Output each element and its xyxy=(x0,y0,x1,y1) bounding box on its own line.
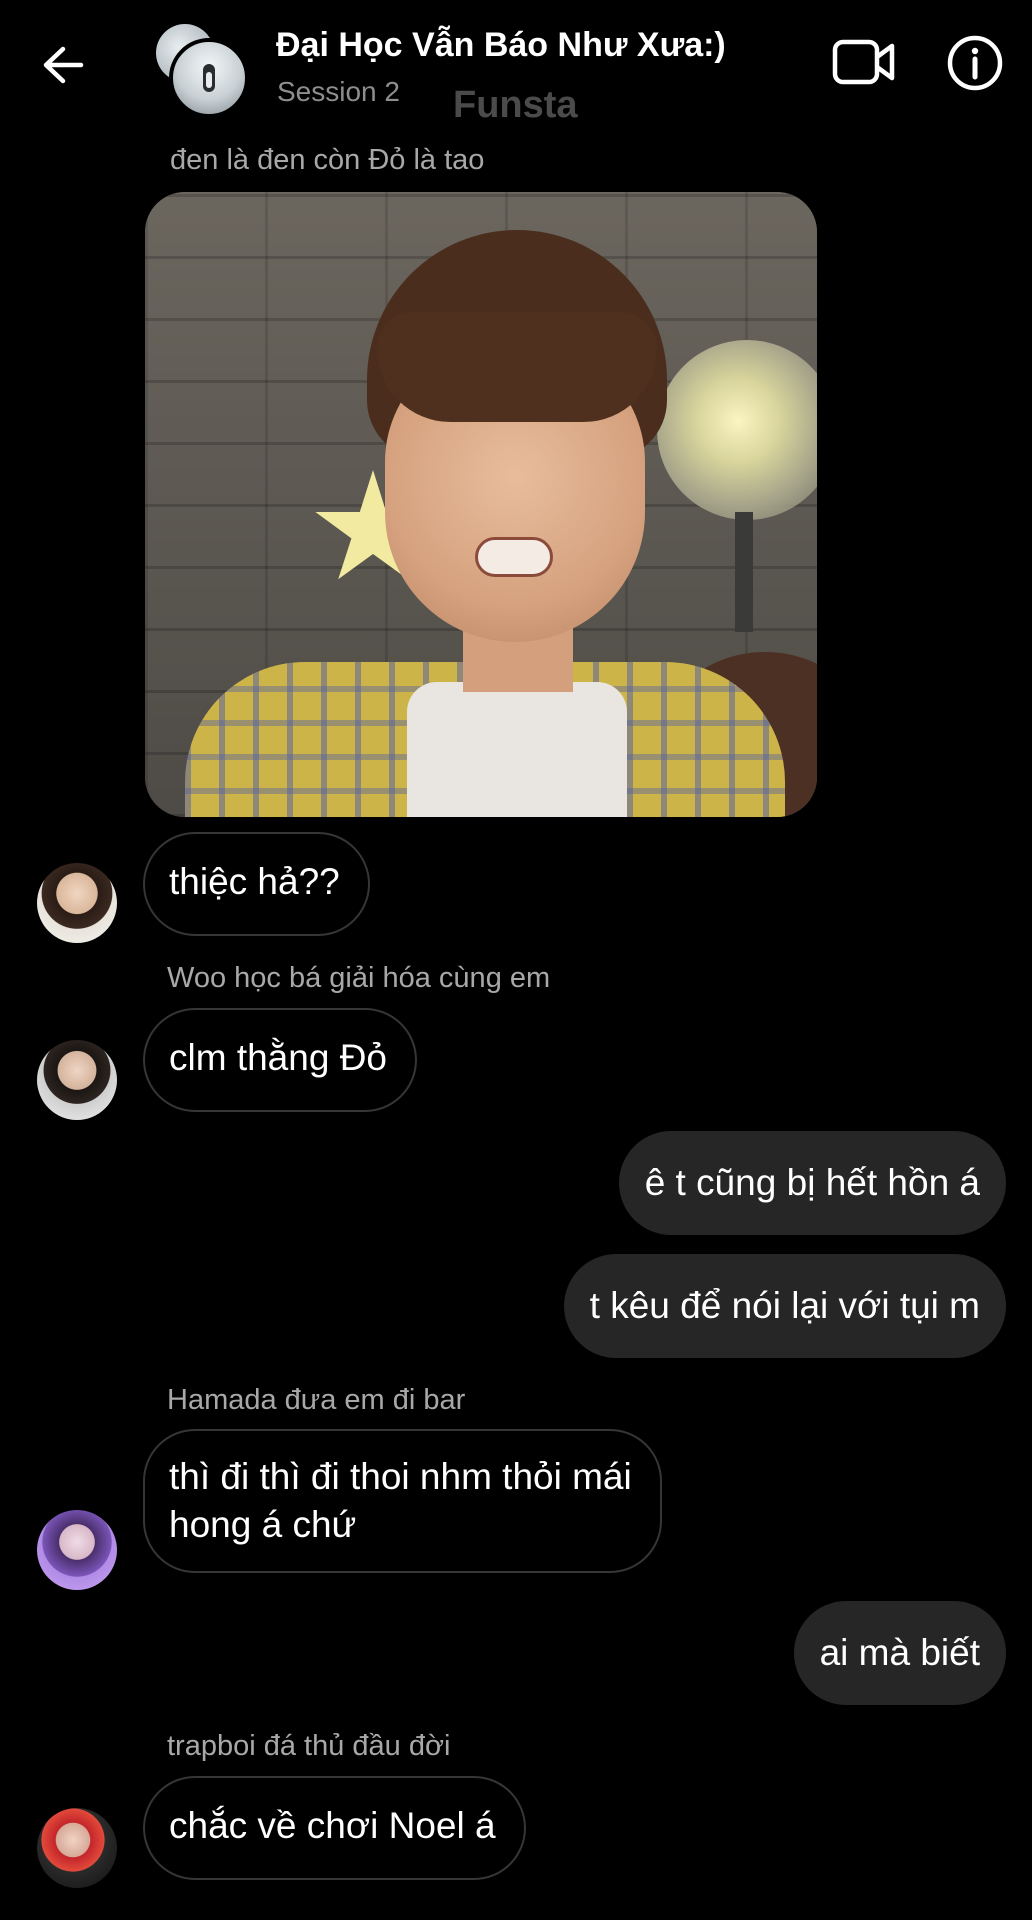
message-bubble-incoming[interactable]: chắc về chơi Noel á xyxy=(143,1776,526,1880)
message-bubble-outgoing[interactable]: ai mà biết xyxy=(793,1601,1006,1705)
watermark: Funsta xyxy=(453,84,578,126)
sender-name: Woo học bá giải hóa cùng em xyxy=(167,962,551,994)
message-bubble-incoming[interactable]: clm thằng Đỏ xyxy=(143,1008,417,1112)
info-button[interactable] xyxy=(940,28,1010,98)
message-bubble-outgoing[interactable]: t kêu để nói lại với tụi m xyxy=(563,1254,1006,1358)
message-line: hong á chứ xyxy=(169,1504,357,1545)
info-icon xyxy=(947,35,1003,91)
back-button[interactable] xyxy=(28,30,98,100)
avatar[interactable] xyxy=(37,863,117,943)
chat-subtitle[interactable]: Session 2 xyxy=(277,76,400,108)
video-call-button[interactable] xyxy=(826,28,902,96)
chat-title[interactable]: Đại Học Vẫn Báo Như Xưa:) xyxy=(276,26,726,65)
group-avatar-front xyxy=(169,38,249,118)
shared-photo[interactable] xyxy=(145,192,817,817)
video-camera-icon xyxy=(832,39,895,85)
message-line: thì đi thì đi thoi nhm thỏi mái xyxy=(169,1456,632,1497)
sender-name: đen là đen còn Đỏ là tao xyxy=(170,144,485,176)
avatar[interactable] xyxy=(37,1040,117,1120)
penguin-image xyxy=(203,64,215,92)
avatar[interactable] xyxy=(37,1808,117,1888)
message-bubble-incoming[interactable]: thì đi thì đi thoi nhm thỏi mái hong á c… xyxy=(143,1429,662,1573)
sender-name: trapboi đá thủ đầu đời xyxy=(167,1730,451,1762)
arrow-left-icon xyxy=(43,46,84,84)
group-avatar[interactable] xyxy=(156,24,249,118)
message-bubble-outgoing[interactable]: ê t cũng bị hết hồn á xyxy=(618,1131,1006,1235)
avatar[interactable] xyxy=(37,1510,117,1590)
message-bubble-incoming[interactable]: thiệc hả?? xyxy=(143,832,370,936)
sender-name: Hamada đưa em đi bar xyxy=(167,1384,466,1416)
